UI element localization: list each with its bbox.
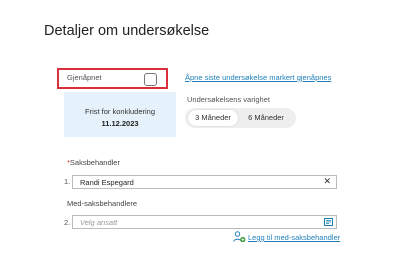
duration-option-6-months[interactable]: 6 Måneder xyxy=(240,110,292,126)
reopened-checkbox-field[interactable]: Gjenåpnet xyxy=(57,68,168,89)
duration-toggle: 3 Måneder 6 Måneder xyxy=(185,108,296,128)
reopened-label: Gjenåpnet xyxy=(67,73,102,82)
co-caseworker-placeholder: Velg ansatt xyxy=(80,218,118,227)
co-caseworker-row-number: 2. xyxy=(64,218,71,227)
caseworker-value: Randi Espegard xyxy=(80,178,134,187)
page-title: Detaljer om undersøkelse xyxy=(44,23,210,39)
co-caseworkers-label: Med-saksbehandlere xyxy=(67,199,138,208)
caseworker-row-number: 1. xyxy=(64,177,71,186)
deadline-label: Frist for konkludering xyxy=(84,107,156,116)
pick-list-icon[interactable] xyxy=(324,218,333,226)
add-co-caseworker-link[interactable]: Legg til med-saksbehandler xyxy=(248,233,340,242)
caseworker-field[interactable]: Randi Espegard ✕ xyxy=(72,175,337,189)
caseworker-label: *Saksbehandler xyxy=(67,158,120,167)
open-last-reopened-link[interactable]: Åpne siste undersøkelse markert gjenåpne… xyxy=(185,73,331,82)
duration-option-3-months[interactable]: 3 Måneder xyxy=(188,110,238,126)
duration-label: Undersøkelsens varighet xyxy=(187,95,270,104)
add-person-icon[interactable] xyxy=(233,231,246,243)
close-icon[interactable]: ✕ xyxy=(323,176,331,187)
caseworker-label-text: Saksbehandler xyxy=(69,158,120,167)
reopened-checkbox[interactable] xyxy=(144,73,157,86)
deadline-date: 11.12.2023 xyxy=(101,119,139,128)
deadline-card: Frist for konkludering 11.12.2023 xyxy=(64,92,176,137)
co-caseworker-field[interactable]: Velg ansatt xyxy=(72,215,337,229)
